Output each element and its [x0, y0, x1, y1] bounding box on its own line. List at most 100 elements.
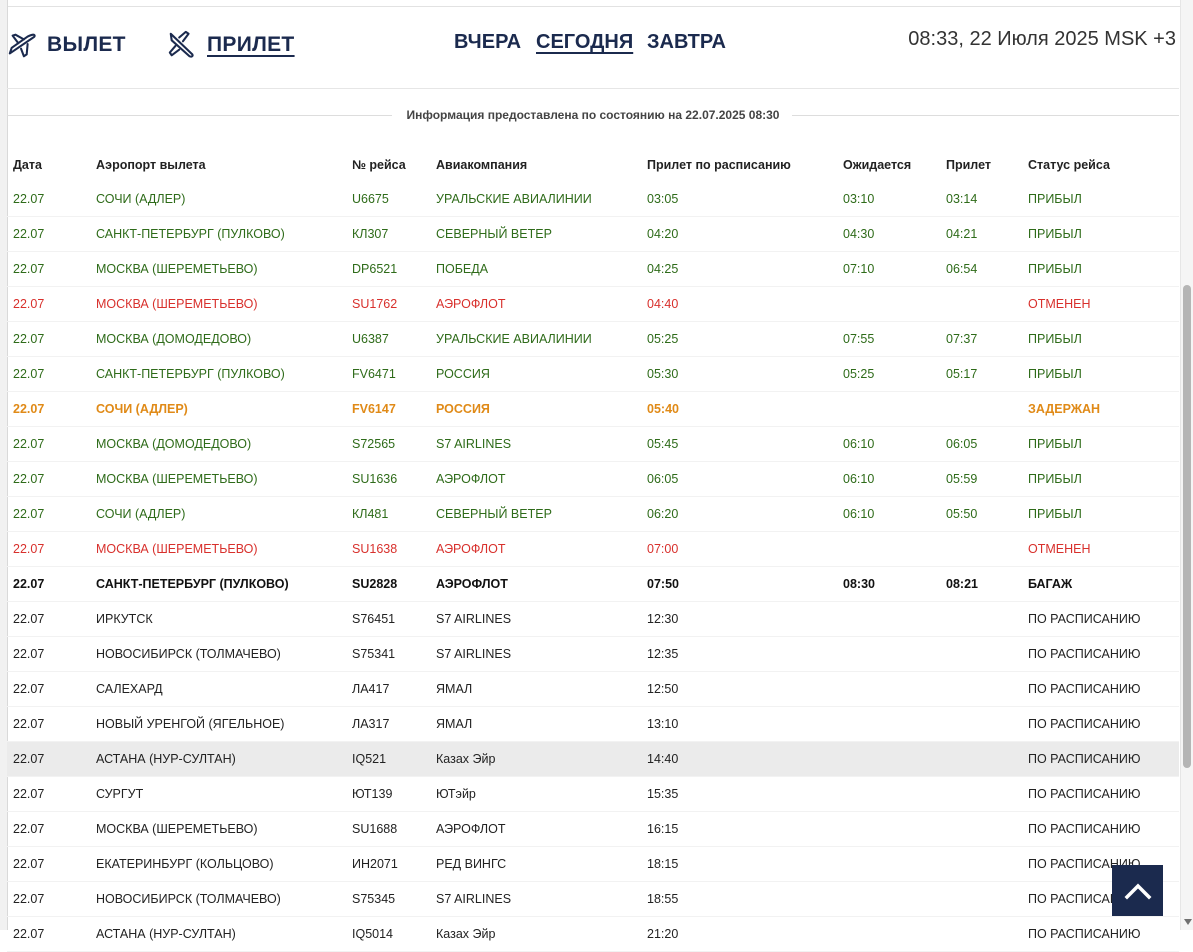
cell-airline: S7 AIRLINES	[436, 612, 512, 626]
col-scheduled: Прилет по расписанию	[647, 158, 791, 172]
scroll-to-top-button[interactable]	[1112, 865, 1163, 916]
cell-date: 22.07	[13, 787, 45, 801]
table-row[interactable]: 22.07 МОСКВА (ДОМОДЕДОВО) S72565 S7 AIRLINE…	[7, 427, 1179, 462]
cell-airport: МОСКВА (ШЕРЕМЕТЬЕВО)	[96, 822, 258, 836]
cell-airline: АЭРОФЛОТ	[436, 577, 508, 591]
plane-takeoff-icon	[8, 33, 36, 58]
table-row[interactable]: 22.07 АСТАНА (НУР-СУЛТАН) IQ5014 Казах Эйр 2…	[7, 917, 1179, 952]
cell-scheduled: 04:40	[647, 297, 679, 311]
info-bar: Информация предоставлена по состоянию на…	[7, 108, 1179, 124]
chevron-up-icon	[1124, 883, 1151, 899]
cell-expected: 05:25	[843, 367, 875, 381]
cell-date: 22.07	[13, 892, 45, 906]
table-row[interactable]: 22.07 МОСКВА (ШЕРЕМЕТЬЕВО) SU1636 АЭРОФЛОТ 0…	[7, 462, 1179, 497]
cell-flight: SU2828	[352, 577, 398, 591]
cell-airport: НОВОСИБИРСК (ТОЛМАЧЕВО)	[96, 647, 281, 661]
cell-date: 22.07	[13, 647, 45, 661]
cell-status: ПО РАСПИСАНИЮ	[1028, 612, 1141, 626]
cell-airport: САНКТ-ПЕТЕРБУРГ (ПУЛКОВО)	[96, 367, 285, 381]
cell-airport: СОЧИ (АДЛЕР)	[96, 192, 186, 206]
table-row[interactable]: 22.07 МОСКВА (ШЕРЕМЕТЬЕВО) SU1638 АЭРОФЛОТ 0…	[7, 532, 1179, 567]
cell-date: 22.07	[13, 227, 45, 241]
table-row[interactable]: 22.07 НОВОСИБИРСК (ТОЛМАЧЕВО) S75345 S7 AIR…	[7, 882, 1179, 917]
day-tomorrow-link[interactable]: ЗАВТРА	[647, 31, 726, 54]
day-today-link[interactable]: СЕГОДНЯ	[536, 31, 633, 54]
cell-scheduled: 18:15	[647, 857, 679, 871]
cell-status: ПРИБЫЛ	[1028, 437, 1082, 451]
cell-flight: SU1636	[352, 472, 398, 486]
table-row[interactable]: 22.07 СУРГУТ ЮТ139 ЮТэйр 15:35 ПО РАСПИСАНИЮ	[7, 777, 1179, 812]
day-yesterday-link[interactable]: ВЧЕРА	[454, 31, 521, 54]
cell-scheduled: 12:30	[647, 612, 679, 626]
table-row[interactable]: 22.07 СОЧИ (АДЛЕР) КЛ481 СЕВЕРНЫЙ ВЕТЕР 06:2…	[7, 497, 1179, 532]
cell-airline: РОССИЯ	[436, 402, 490, 416]
cell-airline: ЯМАЛ	[436, 717, 473, 731]
cell-airport: САНКТ-ПЕТЕРБУРГ (ПУЛКОВО)	[96, 577, 289, 591]
cell-flight: IQ5014	[352, 927, 394, 941]
cell-date: 22.07	[13, 192, 45, 206]
scrollbar[interactable]	[1180, 0, 1193, 930]
cell-scheduled: 04:20	[647, 227, 679, 241]
table-row[interactable]: 22.07 СОЧИ (АДЛЕР) U6675 УРАЛЬСКИЕ АВИАЛИНИ…	[7, 182, 1179, 217]
table-row[interactable]: 22.07 САЛЕХАРД ЛА417 ЯМАЛ 12:50 ПО РАСПИСАНИЮ	[7, 672, 1179, 707]
table-row[interactable]: 22.07 САНКТ-ПЕТЕРБУРГ (ПУЛКОВО) FV6471 РОСС…	[7, 357, 1179, 392]
cell-status: ПРИБЫЛ	[1028, 332, 1082, 346]
cell-flight: S76451	[352, 612, 396, 626]
cell-flight: ИН2071	[352, 857, 398, 871]
cell-scheduled: 12:35	[647, 647, 679, 661]
cell-airport: МОСКВА (ШЕРЕМЕТЬЕВО)	[96, 542, 258, 556]
cell-airline: Казах Эйр	[436, 927, 496, 941]
table-row[interactable]: 22.07 СОЧИ (АДЛЕР) FV6147 РОССИЯ 05:40 ЗАДЕРЖ…	[7, 392, 1179, 427]
cell-date: 22.07	[13, 437, 45, 451]
scrollbar-thumb[interactable]	[1183, 285, 1191, 768]
cell-status: ПО РАСПИСАНИЮ	[1028, 647, 1141, 661]
table-row[interactable]: 22.07 МОСКВА (ШЕРЕМЕТЬЕВО) DP6521 ПОБЕДА 04:…	[7, 252, 1179, 287]
cell-airline: АЭРОФЛОТ	[436, 822, 506, 836]
table-row[interactable]: 22.07 САНКТ-ПЕТЕРБУРГ (ПУЛКОВО) SU2828 АЭРО…	[7, 567, 1179, 602]
table-row[interactable]: 22.07 АСТАНА (НУР-СУЛТАН) IQ521 Казах Эйр 14…	[7, 742, 1179, 777]
table-row[interactable]: 22.07 ИРКУТСК S76451 S7 AIRLINES 12:30 ПО РАС…	[7, 602, 1179, 637]
table-row[interactable]: 22.07 НОВОСИБИРСК (ТОЛМАЧЕВО) S75341 S7 AIR…	[7, 637, 1179, 672]
cell-airport: САЛЕХАРД	[96, 682, 163, 696]
cell-expected: 07:55	[843, 332, 875, 346]
table-row[interactable]: 22.07 ЕКАТЕРИНБУРГ (КОЛЬЦОВО) ИН2071 РЕД ВИ…	[7, 847, 1179, 882]
departure-label: ВЫЛЕТ	[47, 33, 126, 56]
cell-scheduled: 07:50	[647, 577, 679, 591]
col-expected: Ожидается	[843, 158, 912, 172]
cell-airport: СОЧИ (АДЛЕР)	[96, 507, 186, 521]
arrival-tab[interactable]: ПРИЛЕТ	[167, 30, 295, 60]
cell-airport: МОСКВА (ДОМОДЕДОВО)	[96, 437, 252, 451]
table-row[interactable]: 22.07 МОСКВА (ДОМОДЕДОВО) U6387 УРАЛЬСКИЕ А…	[7, 322, 1179, 357]
cell-date: 22.07	[13, 507, 45, 521]
arrivals-table: Дата Аэропорт вылета № рейса Авиакомпани…	[7, 148, 1179, 952]
cell-airline: АЭРОФЛОТ	[436, 542, 506, 556]
col-airport: Аэропорт вылета	[96, 158, 206, 172]
scroll-down-arrow[interactable]	[1184, 919, 1192, 925]
cell-scheduled: 06:05	[647, 472, 679, 486]
cell-airport: МОСКВА (ШЕРЕМЕТЬЕВО)	[96, 297, 258, 311]
cell-date: 22.07	[13, 927, 45, 941]
cell-arrived: 06:05	[946, 437, 978, 451]
table-header: Дата Аэропорт вылета № рейса Авиакомпани…	[7, 148, 1179, 182]
cell-airline: Казах Эйр	[436, 752, 496, 766]
cell-status: ОТМЕНЕН	[1028, 542, 1091, 556]
cell-arrived: 03:14	[946, 192, 978, 206]
cell-scheduled: 06:20	[647, 507, 679, 521]
cell-status: ПО РАСПИСАНИЮ	[1028, 717, 1141, 731]
table-row[interactable]: 22.07 МОСКВА (ШЕРЕМЕТЬЕВО) SU1688 АЭРОФЛОТ 1…	[7, 812, 1179, 847]
table-row[interactable]: 22.07 МОСКВА (ШЕРЕМЕТЬЕВО) SU1762 АЭРОФЛОТ 0…	[7, 287, 1179, 322]
cell-expected: 08:30	[843, 577, 875, 591]
table-row[interactable]: 22.07 САНКТ-ПЕТЕРБУРГ (ПУЛКОВО) КЛ307 СЕВЕР…	[7, 217, 1179, 252]
cell-airline: СЕВЕРНЫЙ ВЕТЕР	[436, 507, 552, 521]
col-flight: № рейса	[352, 158, 406, 172]
cell-flight: FV6147	[352, 402, 396, 416]
cell-airport: АСТАНА (НУР-СУЛТАН)	[96, 752, 236, 766]
cell-status: ПО РАСПИСАНИЮ	[1028, 682, 1141, 696]
cell-airline: РОССИЯ	[436, 367, 490, 381]
table-row[interactable]: 22.07 НОВЫЙ УРЕНГОЙ (ЯГЕЛЬНОЕ) ЛА317 ЯМАЛ 13…	[7, 707, 1179, 742]
cell-date: 22.07	[13, 577, 45, 591]
departure-tab[interactable]: ВЫЛЕТ	[7, 30, 126, 60]
cell-date: 22.07	[13, 297, 45, 311]
cell-airport: САНКТ-ПЕТЕРБУРГ (ПУЛКОВО)	[96, 227, 285, 241]
cell-status: ПРИБЫЛ	[1028, 472, 1082, 486]
